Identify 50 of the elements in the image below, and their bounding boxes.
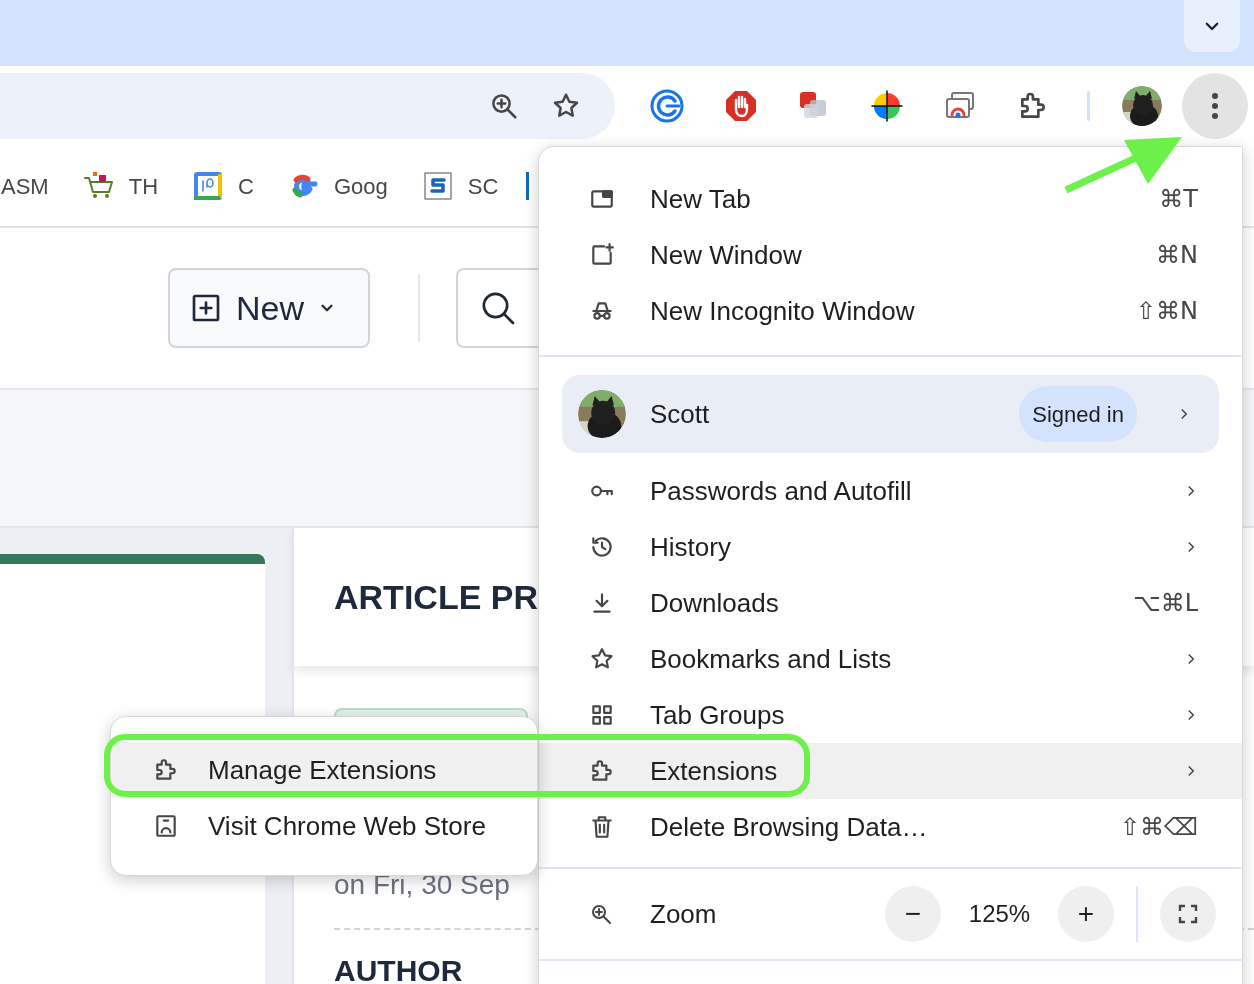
fullscreen-button[interactable] bbox=[1160, 886, 1216, 942]
menu-item[interactable]: Passwords and Autofill bbox=[539, 463, 1242, 519]
bookmark[interactable]: Goog bbox=[287, 169, 388, 203]
menu-item[interactable]: Delete Browsing Data… ⇧⌘⌫ bbox=[539, 799, 1242, 855]
menu-icon[interactable] bbox=[1211, 92, 1219, 120]
zoom-in-icon bbox=[589, 902, 613, 926]
shortcut-text: ⇧⌘⌫ bbox=[1119, 812, 1198, 843]
profile-name: Scott bbox=[650, 397, 711, 431]
plus-square-icon bbox=[190, 292, 222, 324]
zoom-out-button[interactable]: − bbox=[885, 886, 941, 942]
trash-icon bbox=[589, 814, 615, 840]
menu-item[interactable]: History bbox=[539, 519, 1242, 575]
bookmark[interactable]: ASM bbox=[1, 169, 49, 203]
bookmark[interactable]: SC bbox=[421, 169, 499, 203]
zoom-in-icon[interactable] bbox=[489, 91, 519, 121]
menu-item[interactable]: New Window ⌘N bbox=[539, 227, 1242, 283]
shortcut-text: ⇧⌘N bbox=[1135, 296, 1198, 327]
menu-item[interactable]: New Tab ⌘T bbox=[539, 171, 1242, 227]
new-button[interactable]: New bbox=[168, 268, 370, 348]
bookmark[interactable]: C bbox=[192, 169, 254, 203]
menu-item[interactable]: Extensions bbox=[539, 743, 1242, 799]
shortcut-text: ⌥⌘L bbox=[1132, 588, 1198, 619]
shortcut-text: ⌘N bbox=[1156, 240, 1198, 271]
panel-heading: ARTICLE PR bbox=[334, 576, 538, 618]
grid-icon bbox=[589, 702, 615, 728]
profile-row[interactable]: Scott Signed in bbox=[562, 375, 1219, 453]
menu-item[interactable]: Tab Groups bbox=[539, 687, 1242, 743]
menu-item[interactable]: New Incognito Window ⇧⌘N bbox=[539, 283, 1242, 339]
signed-in-badge: Signed in bbox=[1019, 386, 1137, 442]
bookmark[interactable]: TH bbox=[82, 169, 158, 203]
history-icon bbox=[589, 534, 615, 560]
fullscreen-icon bbox=[1176, 902, 1200, 926]
extensions-icon bbox=[153, 757, 179, 783]
zoom-label: Zoom bbox=[650, 897, 718, 931]
calendar-icon bbox=[192, 170, 224, 202]
profile-button[interactable] bbox=[1122, 86, 1162, 126]
section-label: AUTHOR bbox=[334, 956, 464, 984]
menu-item[interactable]: Bookmarks and Lists bbox=[539, 631, 1242, 687]
extensions-icon bbox=[589, 758, 615, 784]
stop-hand-icon[interactable] bbox=[725, 90, 757, 122]
document-icon bbox=[421, 170, 454, 202]
c-logo-icon[interactable] bbox=[650, 89, 684, 123]
zoom-value: 125% bbox=[967, 899, 1032, 929]
menu-item[interactable]: Downloads ⌥⌘L bbox=[539, 575, 1242, 631]
zoom-in-button[interactable]: + bbox=[1058, 886, 1114, 942]
menu-item[interactable]: Visit Chrome Web Store bbox=[111, 798, 537, 854]
shortcut-text: ⌘T bbox=[1159, 184, 1198, 215]
new-window-icon bbox=[589, 242, 615, 268]
store-icon bbox=[153, 813, 179, 839]
color-wheel-icon[interactable] bbox=[871, 90, 903, 122]
